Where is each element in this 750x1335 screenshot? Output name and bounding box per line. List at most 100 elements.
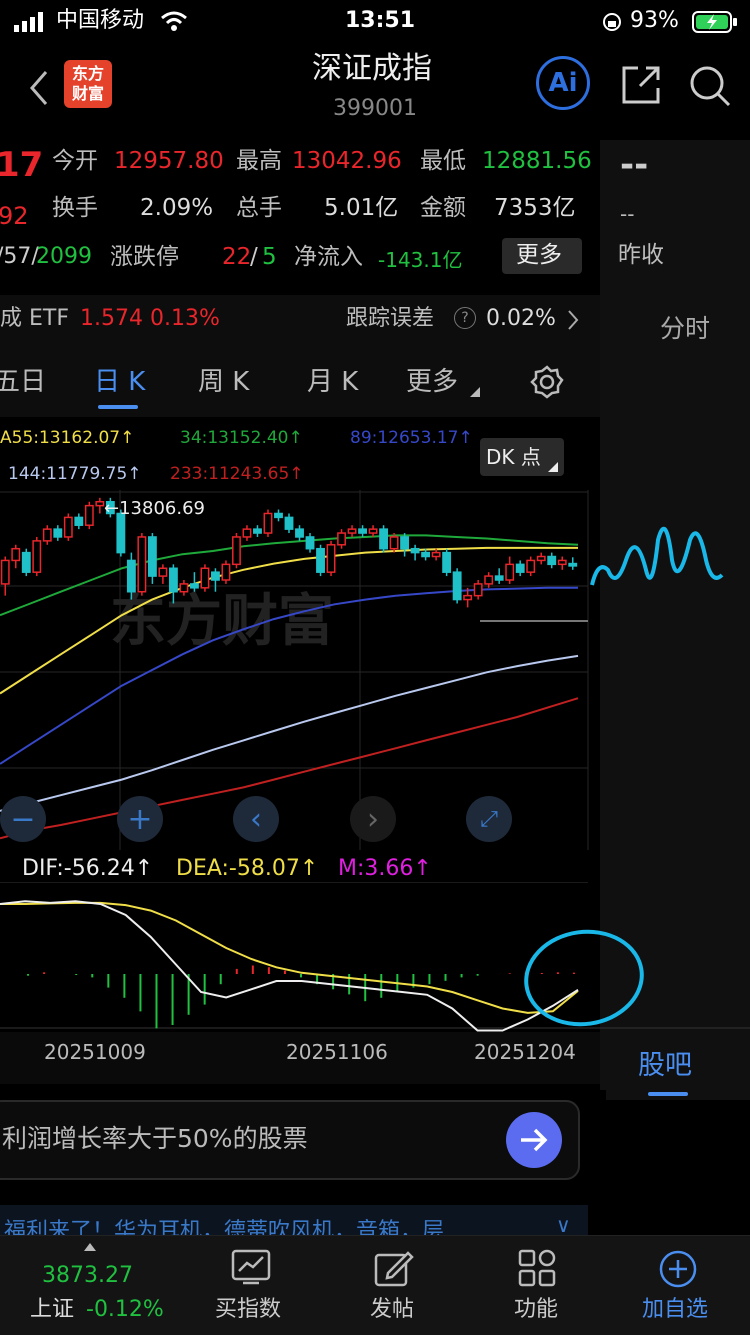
ma-line-ma89 <box>0 586 578 765</box>
ma89-legend: 89:12653.17↑ <box>350 428 473 448</box>
scroll-right-button[interactable]: › <box>350 796 396 842</box>
candle-body <box>95 500 105 507</box>
advance-count: /57/ <box>0 244 39 269</box>
features-label: 功能 <box>514 1297 559 1322</box>
guba-tab-area: 股吧 <box>606 1034 750 1100</box>
ai-button[interactable]: Ai <box>536 56 590 110</box>
ticker-chevron-icon[interactable]: ∨ <box>556 1215 571 1235</box>
search-icon[interactable] <box>688 64 732 108</box>
candle-body <box>42 528 52 542</box>
ask-button[interactable] <box>506 1112 562 1168</box>
zoom-out-button[interactable]: − <box>0 796 46 842</box>
amount-label: 金额 <box>420 195 466 221</box>
expand-icon: ⤢ <box>480 806 498 832</box>
candle-body <box>568 562 578 567</box>
candle-body <box>295 528 304 538</box>
candle-body <box>200 567 210 589</box>
ticker-text: 福利来了！华为耳机，德蒂吹风机，音箱，层 <box>4 1219 445 1236</box>
tab-guba[interactable]: 股吧 <box>638 1052 692 1079</box>
candle-body <box>32 540 42 573</box>
candle-body <box>74 516 84 526</box>
more-quote-button[interactable]: 更多 <box>502 238 582 274</box>
candle-body <box>263 512 273 534</box>
candle-body <box>463 594 473 601</box>
tracking-error-label: 跟踪误差 <box>346 306 435 331</box>
index-change: -0.12% <box>86 1297 164 1322</box>
fullscreen-button[interactable]: ⤢ <box>466 796 512 842</box>
tab-day-k[interactable]: 日 K <box>94 369 145 395</box>
edit-pencil-icon <box>374 1251 414 1287</box>
candle-body <box>442 551 452 573</box>
settings-gear-icon[interactable] <box>530 365 564 399</box>
index-name: 上证 <box>30 1297 75 1322</box>
candle-body <box>221 563 231 581</box>
tab-month-k[interactable]: 月 K <box>307 369 358 395</box>
price-placeholder: -- <box>620 145 649 185</box>
features-button[interactable]: 功能 <box>476 1245 596 1330</box>
amount-value: 7353亿 <box>494 195 576 221</box>
battery-percent: 93% <box>630 8 679 33</box>
date-label-2: 20251106 <box>286 1040 388 1064</box>
candle-body <box>126 559 136 593</box>
candle-body <box>147 536 157 577</box>
wifi-icon <box>161 11 187 31</box>
post-button[interactable]: 发帖 <box>334 1245 454 1330</box>
buy-index-button[interactable]: 买指数 <box>191 1245 311 1330</box>
limit-down-count: 5 <box>262 244 277 270</box>
back-icon[interactable] <box>26 68 52 108</box>
candle-body <box>515 563 525 573</box>
candle-body <box>158 567 168 577</box>
add-watchlist-button[interactable]: 加自选 <box>618 1245 738 1330</box>
candle-body <box>253 528 262 534</box>
candle-body <box>368 528 378 534</box>
nav-header: 东方 财富 深证成指 399001 Ai <box>0 44 750 144</box>
index-quote-item[interactable]: 3873.27 上证 -0.12% <box>30 1243 164 1330</box>
etf-row[interactable]: 成 ETF 1.574 0.13% 跟踪误差 ? 0.02% <box>0 295 600 345</box>
candle-body <box>536 555 546 562</box>
scroll-left-button[interactable]: ‹ <box>233 796 279 842</box>
tab-five-day[interactable]: 五日 <box>0 369 46 395</box>
candle-body <box>305 536 315 550</box>
ma55-legend: A55:13162.07↑ <box>0 428 135 448</box>
candle-body <box>431 551 441 558</box>
post-label: 发帖 <box>370 1297 415 1322</box>
ma34-legend: 34:13152.40↑ <box>180 428 303 448</box>
chevron-right-icon <box>568 310 579 330</box>
watermark: 东方财富 <box>110 589 334 654</box>
candle-body <box>137 536 147 593</box>
help-icon[interactable]: ? <box>454 307 476 329</box>
candle-body <box>232 536 241 566</box>
ai-question-text: 利润增长率大于50%的股票 <box>2 1124 308 1153</box>
candle-body <box>337 532 346 546</box>
high-label: 最高 <box>236 148 282 174</box>
candle-body <box>284 516 294 530</box>
volume-label: 总手 <box>236 195 282 221</box>
eastmoney-logo[interactable]: 东方 财富 <box>64 60 112 108</box>
dk-label: DK 点 <box>486 445 541 469</box>
minus-icon: − <box>10 801 36 837</box>
tab-more[interactable]: 更多 <box>406 369 458 395</box>
ma-line-ma144 <box>0 654 579 812</box>
candle-body <box>473 583 483 597</box>
candle-body <box>358 528 367 534</box>
netflow-label: 净流入 <box>294 244 363 270</box>
candle-body <box>179 583 189 593</box>
status-bar: 中国移动 13:51 93% <box>0 0 750 44</box>
zoom-in-button[interactable]: + <box>117 796 163 842</box>
date-axis: 20251009 20251106 20251204 <box>0 1032 600 1084</box>
news-ticker[interactable]: 福利来了！华为耳机，德蒂吹风机，音箱，层 ∨ <box>0 1205 588 1235</box>
more-quote-label: 更多 <box>516 242 562 268</box>
rotation-lock-icon <box>603 13 621 31</box>
limit-label: 涨跌停 <box>110 244 179 270</box>
dif-legend: DIF:-56.24↑ <box>22 856 154 881</box>
share-icon[interactable] <box>620 64 662 106</box>
tab-fenshi[interactable]: 分时 <box>660 316 710 341</box>
ai-question-box[interactable]: 利润增长率大于50%的股票 <box>0 1100 580 1180</box>
buy-index-label: 买指数 <box>215 1297 282 1322</box>
candle-body <box>452 571 462 601</box>
candle-body <box>494 575 504 581</box>
dk-button[interactable]: DK 点 <box>480 438 564 476</box>
candle-body <box>168 567 178 593</box>
tab-week-k[interactable]: 周 K <box>198 369 249 395</box>
date-label-3: 20251204 <box>474 1040 576 1064</box>
